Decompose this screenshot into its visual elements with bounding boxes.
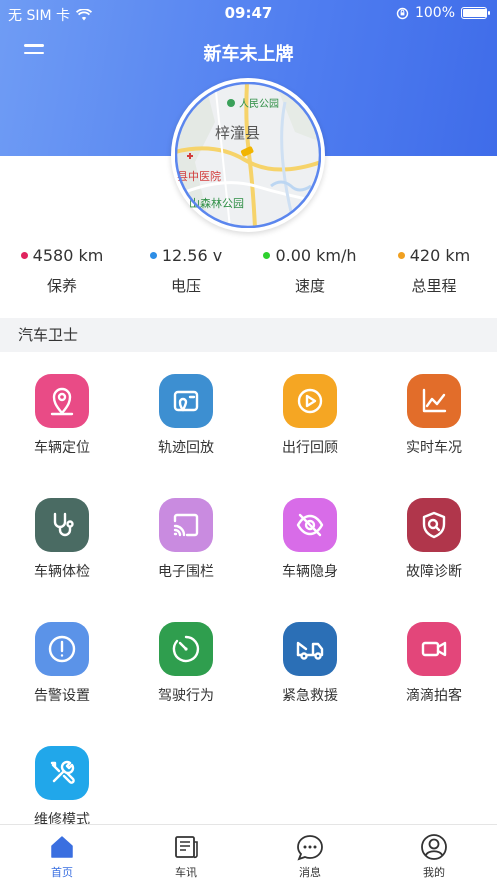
stethoscope-icon (35, 498, 89, 552)
tab-item[interactable]: 车讯 (124, 825, 248, 883)
line-chart-icon (407, 374, 461, 428)
video-camera-icon (407, 622, 461, 676)
tab-bar: 首页 车讯 消息 我的 (0, 824, 497, 883)
tab-label: 消息 (299, 866, 321, 879)
location-pin-icon (35, 374, 89, 428)
stat-speed: 0.00 km/h 速度 (248, 246, 372, 296)
eye-off-icon (283, 498, 337, 552)
tab-item[interactable]: 消息 (248, 825, 372, 883)
stat-voltage: 12.56 v 电压 (124, 246, 248, 296)
tab-label: 我的 (423, 866, 445, 879)
stat-mileage: 420 km 总里程 (372, 246, 496, 296)
feature-label: 车辆隐身 (282, 564, 338, 580)
location-map[interactable]: 人民公园 梓潼县 县中医院 山森林公园 (171, 78, 325, 232)
feature-label: 车辆定位 (34, 440, 90, 456)
vehicle-stats: 4580 km 保养 12.56 v 电压 0.00 km/h 速度 420 k… (0, 246, 497, 306)
feature-item[interactable]: 出行回顾 (248, 374, 372, 457)
stat-dot (20, 252, 28, 259)
feature-item[interactable]: 驾驶行为 (124, 622, 248, 705)
stat-dot (397, 252, 405, 259)
tow-truck-icon (283, 622, 337, 676)
news-icon (175, 836, 198, 859)
tab-item[interactable]: 我的 (372, 825, 496, 883)
feature-label: 驾驶行为 (158, 688, 214, 704)
stat-value: 420 km (409, 246, 471, 265)
map-label-park: 人民公园 (239, 98, 279, 110)
feature-item[interactable]: 告警设置 (0, 622, 124, 705)
stat-label: 总里程 (411, 277, 457, 295)
stat-dot (263, 252, 271, 259)
stat-label: 电压 (170, 277, 201, 295)
feature-item[interactable]: 电子围栏 (124, 498, 248, 581)
battery-percent: 100% (414, 5, 455, 21)
stat-dot (149, 252, 157, 259)
stat-value: 4580 km (32, 246, 104, 265)
chat-bubble-icon (297, 835, 323, 861)
cast-icon (159, 498, 213, 552)
feature-label: 出行回顾 (282, 440, 338, 456)
track-map-icon (159, 374, 213, 428)
feature-item[interactable]: 车辆定位 (0, 374, 124, 457)
feature-item[interactable]: 紧急救援 (248, 622, 372, 705)
feature-label: 故障诊断 (406, 564, 462, 580)
feature-item[interactable]: 车辆体检 (0, 498, 124, 581)
tab-item[interactable]: 首页 (0, 825, 124, 883)
map-label-forest: 山森林公园 (189, 196, 244, 210)
stat-value: 0.00 km/h (275, 246, 357, 265)
feature-label: 滴滴拍客 (406, 688, 462, 704)
feature-item[interactable]: 轨迹回放 (124, 374, 248, 457)
shield-search-icon (407, 498, 461, 552)
feature-label: 紧急救援 (282, 688, 338, 704)
feature-item[interactable]: 实时车况 (372, 374, 496, 457)
stat-maintenance: 4580 km 保养 (0, 246, 124, 296)
feature-label: 电子围栏 (158, 564, 214, 580)
feature-item[interactable]: 故障诊断 (372, 498, 496, 581)
stat-value: 12.56 v (161, 246, 223, 265)
feature-label: 实时车况 (406, 440, 462, 456)
profile-icon (421, 834, 447, 860)
feature-item[interactable]: 滴滴拍客 (372, 622, 496, 705)
tools-icon (35, 746, 89, 800)
speedometer-icon (159, 622, 213, 676)
status-bar: 无 SIM 卡 09:47 100% (0, 0, 497, 26)
feature-label: 车辆体检 (34, 564, 90, 580)
alert-circle-icon (35, 622, 89, 676)
play-circle-icon (283, 374, 337, 428)
feature-label: 告警设置 (34, 688, 90, 704)
feature-item[interactable]: 维修模式 (0, 746, 124, 829)
home-icon (51, 836, 73, 858)
map-label-hospital: 县中医院 (177, 169, 221, 183)
tab-label: 车讯 (175, 866, 197, 879)
battery-icon (461, 7, 490, 19)
page-title: 新车未上牌 (203, 44, 294, 65)
feature-label: 轨迹回放 (158, 440, 214, 456)
stat-label: 速度 (294, 277, 325, 295)
rotation-lock-icon (396, 7, 409, 19)
stat-label: 保养 (46, 277, 77, 295)
feature-item[interactable]: 车辆隐身 (248, 498, 372, 581)
tab-label: 首页 (51, 866, 73, 879)
map-label-county: 梓潼县 (215, 124, 260, 142)
section-header: 汽车卫士 (0, 318, 497, 352)
